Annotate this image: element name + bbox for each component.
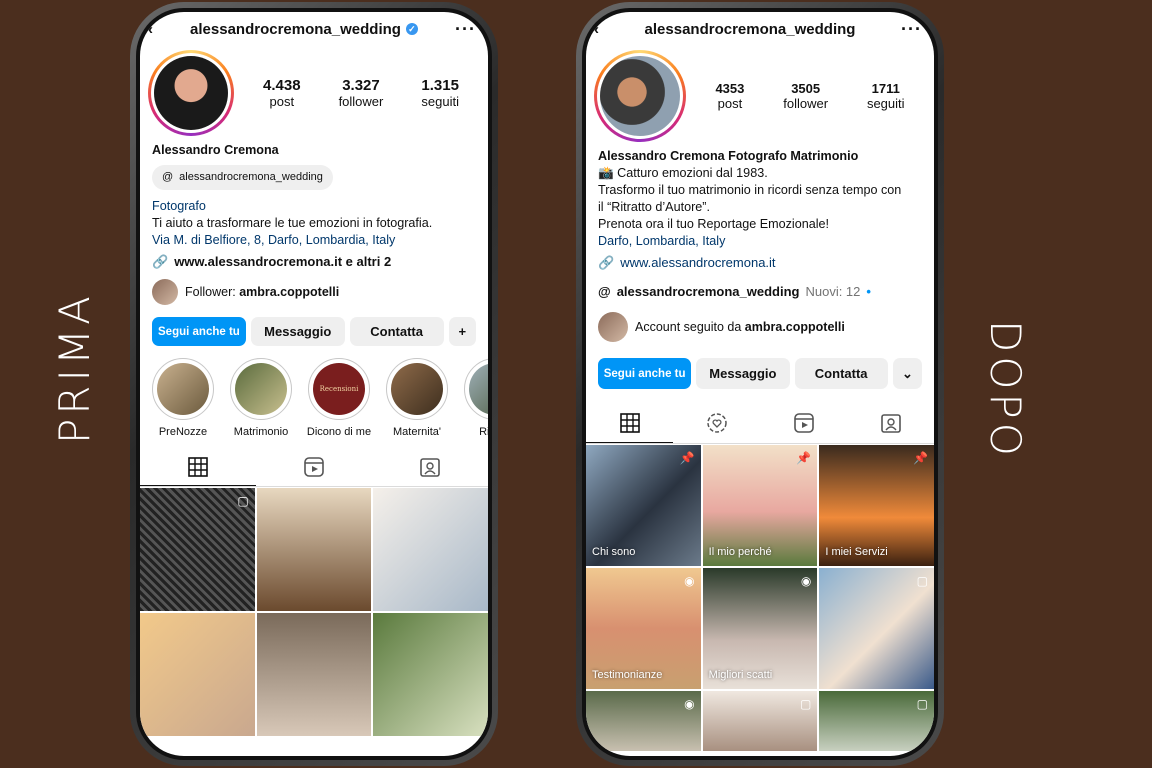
follower-avatar	[598, 312, 628, 342]
threads-link[interactable]: @ alessandrocremona_wedding Nuovi: 12 •	[598, 283, 922, 300]
verified-badge-icon: ✓	[405, 23, 418, 35]
profile-username: alessandrocremona_wedding	[644, 20, 856, 38]
phone-before: ‹ alessandrocremona_wedding ✓ ··· 4.438 po…	[130, 2, 498, 766]
stat-following[interactable]: 1711 seguiti	[867, 81, 905, 111]
post-thumbnail[interactable]	[256, 488, 372, 611]
link-icon: 🔗	[152, 254, 169, 269]
pin-icon: 📌	[913, 451, 928, 465]
profile-avatar[interactable]	[594, 50, 686, 142]
profile-bio: Ti aiuto a trasformare le tue emozioni i…	[152, 216, 433, 230]
post-thumbnail[interactable]: 📌 I miei Servizi	[819, 445, 934, 566]
profile-website[interactable]: 🔗 www.alessandrocremona.it	[598, 254, 922, 271]
highlight-item[interactable]: Recensioni Dicono di me	[306, 358, 372, 438]
highlight-item[interactable]: Maternita'	[384, 358, 450, 438]
post-thumbnail[interactable]: ◉ Migliori scatti	[702, 568, 818, 689]
chevron-down-icon[interactable]: ⌄	[892, 358, 922, 389]
stat-posts[interactable]: 4.438 post	[263, 77, 301, 109]
contact-button[interactable]: Contatta	[349, 317, 444, 346]
tagged-tab-icon[interactable]	[372, 448, 488, 486]
story-highlights-tab-icon[interactable]	[673, 403, 760, 443]
link-icon: 🔗	[598, 255, 615, 270]
reels-tab-icon[interactable]	[760, 403, 847, 443]
back-icon[interactable]: ‹	[594, 21, 599, 38]
profile-name: Alessandro Cremona	[152, 143, 279, 157]
more-options-icon[interactable]: ···	[455, 19, 476, 40]
highlight-item[interactable]: PreNozze	[150, 358, 216, 438]
pin-icon: 📌	[796, 451, 812, 465]
label-before: PRIMA	[50, 292, 99, 444]
stat-followers[interactable]: 3.327 follower	[339, 77, 384, 109]
follow-button[interactable]: Segui anche tu	[598, 358, 692, 389]
follower-info[interactable]: Follower: ambra.coppotelli	[185, 285, 339, 299]
tagged-tab-icon[interactable]	[847, 403, 934, 443]
follow-button[interactable]: Segui anche tu	[152, 317, 246, 346]
post-thumbnail[interactable]: ▢	[702, 691, 818, 751]
stat-following[interactable]: 1.315 seguiti	[421, 77, 459, 109]
phone-after: ‹ alessandrocremona_wedding ··· 4353 post…	[576, 2, 944, 766]
grid-tab-icon[interactable]	[586, 403, 673, 443]
highlight-item[interactable]: Matrimonio	[228, 358, 294, 438]
post-thumbnail[interactable]: 📌 Chi sono	[586, 445, 701, 566]
more-options-icon[interactable]: ···	[901, 19, 922, 40]
post-thumbnail[interactable]	[256, 613, 372, 736]
bio-line: il “Ritratto d’Autore”.	[598, 200, 710, 214]
post-thumbnail[interactable]: ▢	[140, 488, 255, 611]
profile-screen-after: ‹ alessandrocremona_wedding ··· 4353 post…	[586, 12, 934, 756]
contact-button[interactable]: Contatta	[794, 358, 888, 389]
multi-post-icon: ▢	[799, 697, 812, 711]
post-thumbnail[interactable]: ▢	[819, 691, 934, 751]
bio-line: 📸 Catturo emozioni dal 1983.	[598, 166, 768, 180]
stat-followers[interactable]: 3505 follower	[783, 81, 828, 111]
followed-by-info[interactable]: Account seguito da ambra.coppotelli	[635, 320, 845, 334]
post-thumbnail[interactable]	[373, 488, 488, 611]
label-after: DOPO	[981, 320, 1030, 460]
reel-icon: ◉	[800, 574, 812, 588]
multi-post-icon: ▢	[916, 697, 928, 711]
message-button[interactable]: Messaggio	[250, 317, 345, 346]
profile-avatar[interactable]	[148, 50, 234, 136]
add-person-icon[interactable]: +	[448, 317, 477, 346]
profile-name: Alessandro Cremona Fotografo Matrimonio	[598, 149, 859, 163]
message-button[interactable]: Messaggio	[696, 358, 790, 389]
highlight-item[interactable]: Ritratti	[462, 358, 488, 438]
post-thumbnail[interactable]: ◉	[586, 691, 701, 751]
profile-screen-before: ‹ alessandrocremona_wedding ✓ ··· 4.438 po…	[140, 12, 488, 756]
threads-icon: @	[162, 171, 174, 183]
profile-address[interactable]: Via M. di Belfiore, 8, Darfo, Lombardia,…	[152, 232, 476, 249]
grid-tab-icon[interactable]	[140, 448, 256, 486]
multi-post-icon: ▢	[237, 494, 249, 508]
profile-website[interactable]: 🔗 www.alessandrocremona.it e altri 2	[152, 253, 476, 270]
post-thumbnail[interactable]: 📌 Il mio perché	[702, 445, 818, 566]
reel-icon: ◉	[684, 697, 695, 711]
profile-location[interactable]: Darfo, Lombardia, Italy	[598, 233, 922, 250]
post-thumbnail[interactable]	[373, 613, 488, 736]
profile-username: alessandrocremona_wedding	[190, 20, 401, 38]
bio-line: Prenota ora il tuo Reportage Emozionale!	[598, 217, 830, 231]
multi-post-icon: ▢	[916, 574, 928, 588]
pin-icon: 📌	[679, 451, 695, 465]
follower-avatar	[152, 279, 178, 305]
back-icon[interactable]: ‹	[148, 21, 153, 38]
post-thumbnail[interactable]: ▢	[819, 568, 934, 689]
threads-icon: @	[598, 284, 611, 299]
post-thumbnail[interactable]	[140, 613, 255, 736]
reels-tab-icon[interactable]	[256, 448, 372, 486]
bio-line: Trasformo il tuo matrimonio in ricordi s…	[598, 183, 902, 197]
threads-chip[interactable]: @ alessandrocremona_wedding	[152, 165, 333, 190]
post-thumbnail[interactable]: ◉ Testimonianze	[586, 568, 701, 689]
stat-posts[interactable]: 4353 post	[715, 81, 744, 111]
reel-icon: ◉	[684, 574, 695, 588]
profile-category: Fotografo	[152, 199, 206, 213]
